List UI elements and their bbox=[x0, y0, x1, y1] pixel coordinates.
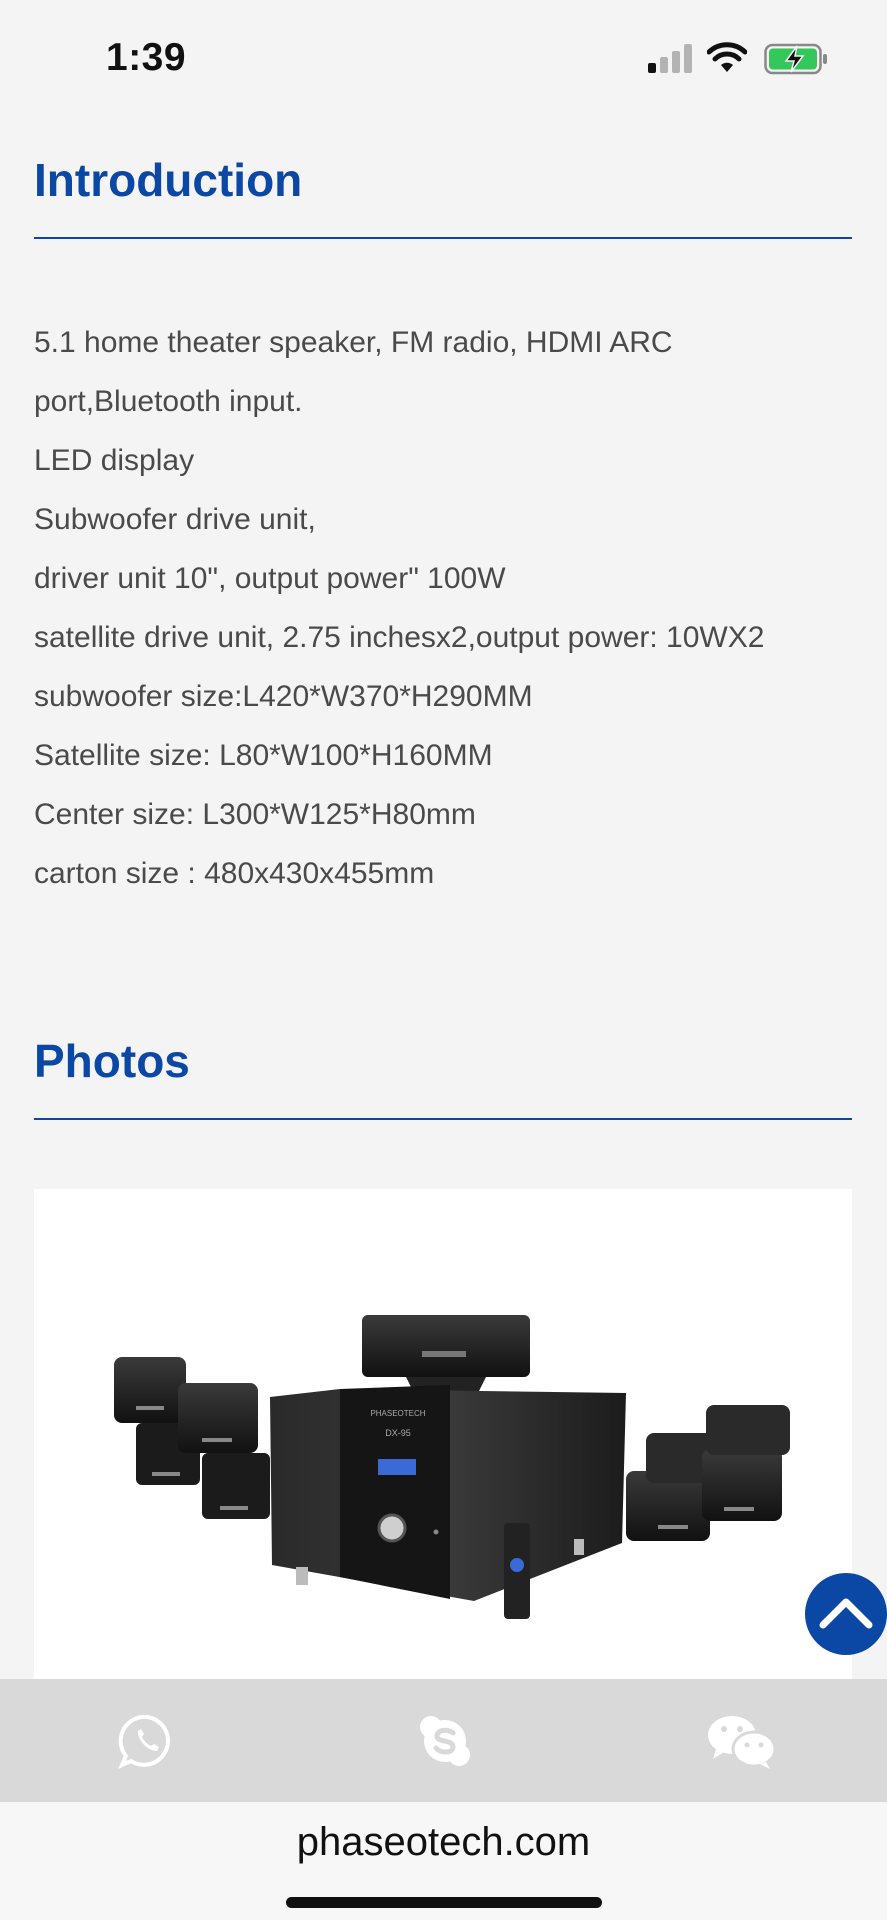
contact-bar bbox=[0, 1679, 887, 1802]
status-bar: 1:39 bbox=[0, 0, 887, 118]
battery-charging-icon bbox=[764, 43, 827, 75]
url-text[interactable]: phaseotech.com bbox=[0, 1820, 887, 1865]
photos-divider bbox=[34, 1118, 852, 1120]
chevron-up-icon bbox=[819, 1598, 873, 1629]
intro-line: Satellite size: L80*W100*H160MM bbox=[34, 739, 493, 772]
intro-line: LED display bbox=[34, 444, 195, 477]
introduction-divider bbox=[34, 237, 852, 239]
subwoofer-brand-label: PHASEOTECH bbox=[370, 1409, 425, 1418]
home-theater-speaker-system-photo: PHASEOTECH DX-95 bbox=[114, 1315, 790, 1619]
intro-line: Subwoofer drive unit, bbox=[34, 503, 316, 536]
introduction-description: 5.1 home theater speaker, FM radio, HDMI… bbox=[34, 313, 852, 903]
intro-line: port,Bluetooth input. bbox=[34, 385, 303, 418]
status-time: 1:39 bbox=[106, 36, 187, 79]
cellular-signal-icon bbox=[648, 43, 694, 73]
intro-line: 5.1 home theater speaker, FM radio, HDMI… bbox=[34, 326, 673, 359]
wifi-icon bbox=[707, 42, 747, 72]
intro-line: carton size : 480x430x455mm bbox=[34, 857, 435, 890]
intro-line: subwoofer size:L420*W370*H290MM bbox=[34, 680, 533, 713]
intro-line: driver unit 10", output power" 100W bbox=[34, 562, 506, 595]
browser-address-bar[interactable]: phaseotech.com bbox=[0, 1802, 887, 1920]
product-photo[interactable]: PHASEOTECH DX-95 bbox=[34, 1189, 852, 1679]
skype-icon[interactable] bbox=[415, 1711, 475, 1771]
intro-line: Center size: L300*W125*H80mm bbox=[34, 798, 476, 831]
introduction-title: Introduction bbox=[34, 154, 303, 206]
wechat-icon[interactable] bbox=[704, 1711, 778, 1771]
subwoofer-model-label: DX-95 bbox=[385, 1428, 411, 1438]
photos-title: Photos bbox=[34, 1035, 190, 1087]
home-indicator[interactable] bbox=[286, 1897, 602, 1908]
intro-line: satellite drive unit, 2.75 inchesx2,outp… bbox=[34, 621, 765, 654]
scroll-to-top-button[interactable] bbox=[805, 1573, 887, 1655]
whatsapp-icon[interactable] bbox=[117, 1711, 177, 1771]
